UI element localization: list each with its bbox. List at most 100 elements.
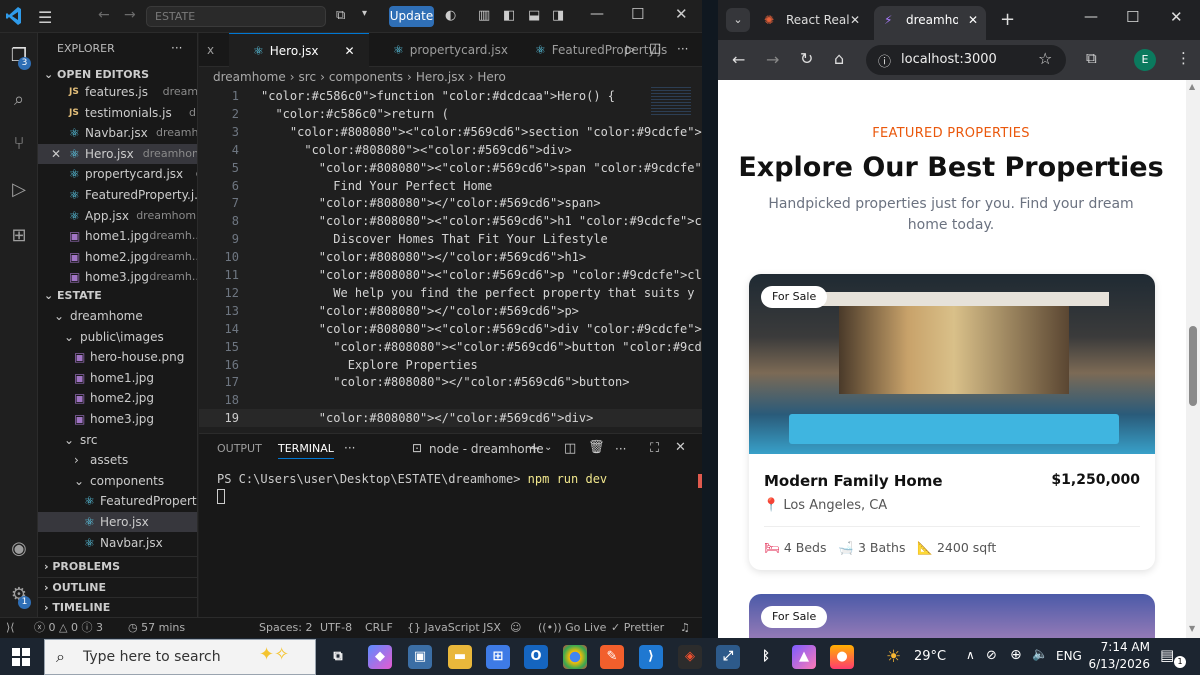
command-center-search[interactable]: ESTATE xyxy=(146,6,326,27)
file-explorer-icon[interactable]: ▬ xyxy=(448,645,472,669)
hidden-icons-chevron-icon[interactable]: ∧ xyxy=(966,648,975,662)
timer-status[interactable]: ◷ 57 mins xyxy=(128,618,185,639)
more-icon[interactable]: ··· xyxy=(344,441,355,455)
windows-start-icon[interactable] xyxy=(12,648,30,666)
eol-status[interactable]: CRLF xyxy=(365,618,393,639)
tree-item[interactable]: ▣ home3.jpg xyxy=(38,409,197,429)
code-line[interactable]: 4 "color:#808080"><"color:#569cd6">div> xyxy=(199,141,702,159)
maps-pin-app-icon[interactable]: ● xyxy=(830,645,854,669)
code-line[interactable]: 3 "color:#808080"><"color:#569cd6">secti… xyxy=(199,123,702,141)
breadcrumb-item[interactable]: Hero xyxy=(477,70,505,84)
menu-icon[interactable]: ☰ xyxy=(38,8,52,27)
globe-icon[interactable]: ⊕ xyxy=(1010,647,1022,663)
close-tab-icon[interactable]: ✕ xyxy=(344,44,354,58)
maximize-icon[interactable]: ☐ xyxy=(1126,8,1139,26)
breadcrumb-item[interactable]: components xyxy=(329,70,403,84)
tab-featuredproperty-js[interactable]: ⚛ FeaturedProperty.js xyxy=(511,33,671,67)
section-timeline[interactable]: › TIMELINE xyxy=(38,597,197,617)
copilot-icon[interactable]: ⧉ xyxy=(336,8,345,23)
paint-app-icon[interactable]: ▲ xyxy=(792,645,816,669)
close-tab-icon[interactable]: ✕ xyxy=(850,6,860,34)
close-icon[interactable]: ✕ xyxy=(1170,8,1183,26)
layout-icon[interactable]: ▥ xyxy=(478,8,490,23)
split-terminal-icon[interactable]: ◫ xyxy=(564,441,576,456)
clock-date[interactable]: 6/13/2026 xyxy=(1084,657,1150,671)
network-off-icon[interactable]: ⊘ xyxy=(986,648,997,663)
code-line[interactable]: 16 Explore Properties xyxy=(199,356,702,374)
indent-status[interactable]: Spaces: 2 xyxy=(259,618,312,639)
close-icon[interactable]: ✕ xyxy=(675,5,688,23)
vscode-app-icon[interactable]: ⟩ xyxy=(639,645,663,669)
code-line[interactable]: 7 "color:#808080"></"color:#569cd6">span… xyxy=(199,194,702,212)
address-bar[interactable]: ⓘ localhost:3000 xyxy=(866,45,1066,75)
bookmark-star-icon[interactable]: ☆ xyxy=(1038,49,1052,68)
golive-status[interactable]: ((•)) Go Live xyxy=(538,618,606,639)
minimize-icon[interactable]: — xyxy=(1084,9,1098,25)
panel-tab-terminal[interactable]: TERMINAL xyxy=(278,442,334,459)
code-line[interactable]: 8 "color:#808080"><"color:#569cd6">h1 "c… xyxy=(199,212,702,230)
forward-icon[interactable]: → xyxy=(766,50,779,69)
run-icon[interactable]: ▷ xyxy=(626,42,635,56)
scroll-up-icon[interactable]: ▲ xyxy=(1189,82,1195,91)
code-line[interactable]: 9 Discover Homes That Fit Your Lifestyle xyxy=(199,230,702,248)
tree-item[interactable]: ⌄ components xyxy=(38,471,197,491)
trash-icon[interactable]: 🗑 xyxy=(588,440,605,455)
toggle-secondary-icon[interactable]: ◨ xyxy=(552,8,564,23)
tree-item[interactable]: ⚛ Navbar.jsx xyxy=(38,533,197,553)
more-actions-icon[interactable]: ··· xyxy=(677,42,688,56)
page-scrollbar[interactable]: ▲ ▼ xyxy=(1186,80,1200,638)
reload-icon[interactable]: ↻ xyxy=(800,49,813,68)
code-line[interactable]: 12 We help you find the perfect property… xyxy=(199,284,702,302)
tree-item[interactable]: ⌄ dreamhome xyxy=(38,306,197,326)
code-line[interactable]: 6 Find Your Perfect Home xyxy=(199,177,702,195)
code-line[interactable]: 15 "color:#808080"><"color:#569cd6">butt… xyxy=(199,338,702,356)
browser-tab[interactable]: ✺ React Real ✕ xyxy=(756,6,868,34)
chrome-menu-icon[interactable]: ⋮ xyxy=(1176,49,1191,67)
open-editor-item[interactable]: JS features.js dreamh... xyxy=(38,82,197,102)
home-icon[interactable]: ⌂ xyxy=(834,49,844,68)
language-indicator[interactable]: ENG xyxy=(1056,649,1082,663)
close-panel-icon[interactable]: ✕ xyxy=(675,440,686,455)
code-line[interactable]: 1 "color:#c586c0">function "color:#dcdcaa… xyxy=(199,87,702,105)
problems-status[interactable]: ⓧ 0 △ 0 ⓘ 3 xyxy=(34,618,103,639)
open-editor-item[interactable]: ▣ home3.jpg dreamh... xyxy=(38,267,197,287)
terminal-name[interactable]: node - dreamhome xyxy=(429,442,544,456)
split-editor-icon[interactable]: ◫ xyxy=(649,41,661,56)
code-line[interactable]: 10 "color:#808080"></"color:#569cd6">h1> xyxy=(199,248,702,266)
copilot-app-icon[interactable]: ◆ xyxy=(368,645,392,669)
copilot-status-icon[interactable]: ☺ xyxy=(510,618,521,639)
open-editor-item[interactable]: ⚛ App.jsx dreamhom... xyxy=(38,206,197,226)
maximize-icon[interactable]: ☐ xyxy=(631,5,644,23)
breadcrumb-item[interactable]: src xyxy=(299,70,317,84)
chrome-app-icon[interactable] xyxy=(563,645,587,669)
source-control-icon[interactable]: ⑂ xyxy=(6,131,32,157)
open-editor-item[interactable]: ⚛ propertycard.jsx dr... xyxy=(38,164,197,184)
weather-temp[interactable]: 29°C xyxy=(914,649,946,664)
code-line[interactable]: 13 "color:#808080"></"color:#569cd6">p> xyxy=(199,302,702,320)
tab-search-button[interactable]: ⌄ xyxy=(726,8,750,32)
panel-tab-output[interactable]: OUTPUT xyxy=(217,442,262,455)
new-terminal-icon[interactable]: + xyxy=(528,439,541,457)
minimize-icon[interactable]: — xyxy=(590,6,604,22)
code-line[interactable]: 17 "color:#808080"></"color:#569cd6">but… xyxy=(199,373,702,391)
remote-icon[interactable]: ⟩⟨ xyxy=(6,618,15,639)
open-editor-item[interactable]: ✕ ⚛ Hero.jsx dreamhom... xyxy=(38,143,197,164)
new-tab-icon[interactable]: + xyxy=(1000,9,1015,30)
chevron-down-icon[interactable]: ▾ xyxy=(362,8,367,19)
chevron-down-icon[interactable]: ⌄ xyxy=(544,442,552,453)
code-line[interactable]: 5 "color:#808080"><"color:#569cd6">span … xyxy=(199,159,702,177)
scroll-down-icon[interactable]: ▼ xyxy=(1189,624,1195,633)
tree-item[interactable]: › assets xyxy=(38,450,197,470)
taskbar-search-box[interactable]: ⌕ Type here to search ✦✧ xyxy=(44,639,316,675)
ms-store-icon[interactable]: ⊞ xyxy=(486,645,510,669)
open-editor-item[interactable]: ⚛ FeaturedProperty.j... xyxy=(38,185,197,205)
back-arrow-icon[interactable]: ← xyxy=(98,7,110,23)
extensions-icon[interactable]: ⊞ xyxy=(6,223,32,249)
search-icon[interactable]: ⌕ xyxy=(6,87,32,113)
browser-tab-active[interactable]: ⚡ dreamhom ✕ xyxy=(874,6,986,40)
accounts-icon[interactable]: ◉ xyxy=(6,536,32,562)
tree-item[interactable]: ▣ hero-house.png xyxy=(38,347,197,367)
code-line[interactable]: 19 "color:#808080"></"color:#569cd6">div… xyxy=(199,409,702,428)
tab-hero-jsx[interactable]: ⚛ Hero.jsx ✕ xyxy=(229,33,369,67)
back-icon[interactable]: ← xyxy=(732,50,745,69)
